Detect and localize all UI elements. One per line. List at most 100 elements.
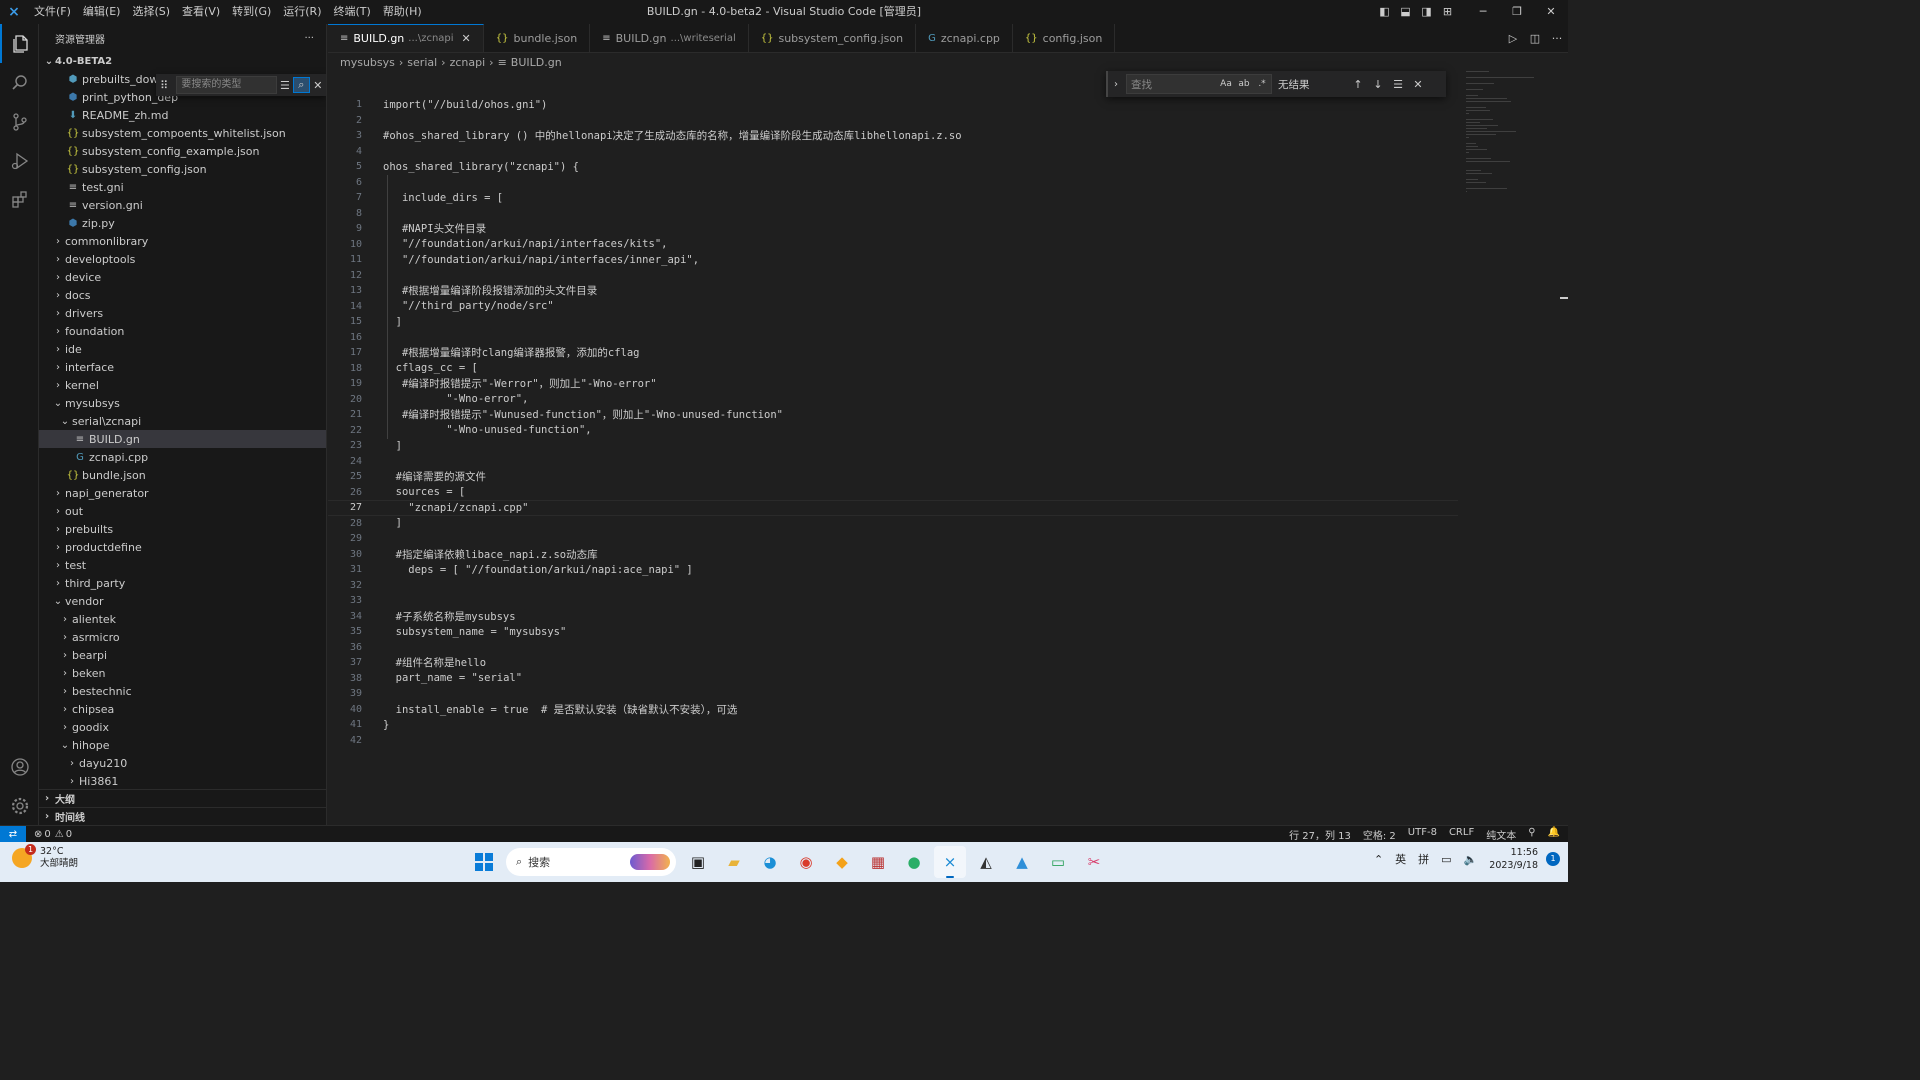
vscode-taskbar-icon[interactable]: ⨯: [934, 846, 966, 878]
tree-folder[interactable]: › productdefine: [39, 538, 326, 556]
next-match-icon[interactable]: ↓: [1368, 78, 1388, 91]
source-control-icon[interactable]: [0, 102, 39, 141]
menu-item[interactable]: 选择(S): [126, 0, 176, 24]
app-pixel-icon[interactable]: ▦: [862, 846, 894, 878]
tree-folder[interactable]: ⌄ mysubsys: [39, 394, 326, 412]
tree-folder[interactable]: › developtools: [39, 250, 326, 268]
tree-folder[interactable]: › device: [39, 268, 326, 286]
tree-folder[interactable]: ⌄ serial\zcnapi: [39, 412, 326, 430]
tree-file[interactable]: ≡ BUILD.gn: [39, 430, 326, 448]
explorer-icon[interactable]: [0, 24, 39, 63]
menu-item[interactable]: 终端(T): [328, 0, 377, 24]
warnings-icon[interactable]: ⚠: [55, 829, 64, 840]
run-debug-icon[interactable]: [0, 141, 39, 180]
account-status-icon[interactable]: ⚲: [1528, 827, 1535, 842]
language-mode[interactable]: 纯文本: [1486, 827, 1516, 842]
vertical-scrollbar[interactable]: [1558, 71, 1568, 825]
menu-item[interactable]: 帮助(H): [377, 0, 428, 24]
snipping-tool-icon[interactable]: ✂: [1078, 846, 1110, 878]
outline-section[interactable]: › 大纲: [39, 789, 326, 807]
toggle-sidebar-icon[interactable]: ◧: [1374, 0, 1395, 24]
file-explorer-icon[interactable]: ▰: [718, 846, 750, 878]
close-window-button[interactable]: ✕: [1534, 0, 1568, 24]
start-icon[interactable]: [468, 846, 500, 878]
breadcrumb-item[interactable]: zcnapi: [450, 56, 486, 69]
tree-file[interactable]: {} subsystem_config_example.json: [39, 142, 326, 160]
chrome-icon[interactable]: ◉: [790, 846, 822, 878]
tree-folder[interactable]: › chipsea: [39, 700, 326, 718]
wechat-icon[interactable]: ●: [898, 846, 930, 878]
toggle-secondary-sidebar-icon[interactable]: ◨: [1416, 0, 1437, 24]
timeline-section[interactable]: › 时间线: [39, 807, 326, 825]
taskbar-search[interactable]: ⌕ 搜索: [506, 848, 676, 876]
tree-find-input[interactable]: 要搜索的类型: [176, 76, 277, 94]
editor-tab[interactable]: {} subsystem_config.json: [749, 24, 917, 52]
breadcrumb-item[interactable]: serial: [407, 56, 437, 69]
menu-item[interactable]: 转到(G): [226, 0, 277, 24]
tree-file[interactable]: ⬇ README_zh.md: [39, 106, 326, 124]
fuzzy-match-icon[interactable]: ⌕: [293, 77, 310, 93]
tree-folder[interactable]: › third_party: [39, 574, 326, 592]
app-terminal-icon[interactable]: ◭: [970, 846, 1002, 878]
tree-folder[interactable]: › prebuilts: [39, 520, 326, 538]
toggle-panel-icon[interactable]: ⬓: [1395, 0, 1416, 24]
app-cloud-icon[interactable]: ▲: [1006, 846, 1038, 878]
editor-tab[interactable]: ≡ BUILD.gn ...\zcnapi ✕: [328, 24, 484, 52]
tree-file[interactable]: ⬢ zip.py: [39, 214, 326, 232]
previous-match-icon[interactable]: ↑: [1348, 78, 1368, 91]
notifications-icon[interactable]: 🔔: [1548, 827, 1560, 842]
tree-file[interactable]: {} subsystem_config.json: [39, 160, 326, 178]
close-find-icon[interactable]: ✕: [310, 79, 326, 92]
find-in-selection-icon[interactable]: ☰: [1388, 78, 1408, 91]
tree-folder[interactable]: ⌄ hihope: [39, 736, 326, 754]
show-hidden-icons[interactable]: ⌃: [1374, 853, 1383, 866]
drag-handle-icon[interactable]: ⠿: [156, 79, 172, 92]
tree-folder[interactable]: › ide: [39, 340, 326, 358]
tree-folder[interactable]: › asrmicro: [39, 628, 326, 646]
tree-folder[interactable]: › kernel: [39, 376, 326, 394]
tree-folder[interactable]: › bestechnic: [39, 682, 326, 700]
filter-icon[interactable]: ☰: [277, 79, 293, 92]
editor-tab[interactable]: {} config.json: [1013, 24, 1116, 52]
tree-folder[interactable]: › goodix: [39, 718, 326, 736]
app-flame-icon[interactable]: ◆: [826, 846, 858, 878]
tree-file[interactable]: {} subsystem_compoents_whitelist.json: [39, 124, 326, 142]
task-view-icon[interactable]: ▣: [682, 846, 714, 878]
errors-icon[interactable]: ⊗: [34, 829, 42, 840]
volume-icon[interactable]: 🔈: [1464, 853, 1478, 866]
more-actions-icon[interactable]: ···: [304, 33, 314, 44]
tree-folder[interactable]: › out: [39, 502, 326, 520]
minimize-button[interactable]: ─: [1466, 0, 1500, 24]
ime-language[interactable]: 英: [1395, 851, 1406, 867]
ime-mode[interactable]: 拼: [1418, 851, 1429, 867]
tree-folder[interactable]: › dayu210: [39, 754, 326, 772]
tree-folder[interactable]: › drivers: [39, 304, 326, 322]
menu-item[interactable]: 查看(V): [176, 0, 226, 24]
account-icon[interactable]: [0, 747, 39, 786]
cursor-position[interactable]: 行 27，列 13: [1289, 827, 1351, 842]
remote-icon[interactable]: ⇄: [0, 825, 26, 843]
breadcrumb-item[interactable]: BUILD.gn: [511, 56, 562, 69]
tree-folder[interactable]: › commonlibrary: [39, 232, 326, 250]
menu-item[interactable]: 运行(R): [277, 0, 327, 24]
minimap[interactable]: [1458, 71, 1558, 825]
code-editor[interactable]: 1 import("//build/ohos.gni") 2 3 #ohos_share…: [328, 97, 1458, 825]
run-icon[interactable]: ▷: [1502, 32, 1524, 45]
tree-folder[interactable]: › foundation: [39, 322, 326, 340]
customize-layout-icon[interactable]: ⊞: [1437, 0, 1458, 24]
close-tab-icon[interactable]: ✕: [462, 32, 471, 45]
settings-gear-icon[interactable]: [0, 786, 39, 825]
tree-folder[interactable]: › Hi3861: [39, 772, 326, 786]
notification-badge[interactable]: 1: [1546, 852, 1560, 866]
tree-file[interactable]: ≡ version.gni: [39, 196, 326, 214]
tree-folder[interactable]: › docs: [39, 286, 326, 304]
editor-tab[interactable]: ≡ BUILD.gn ...\writeserial: [590, 24, 749, 52]
encoding[interactable]: UTF-8: [1408, 827, 1437, 842]
toggle-replace-icon[interactable]: ›: [1108, 79, 1124, 90]
restore-button[interactable]: ❐: [1500, 0, 1534, 24]
more-actions-icon[interactable]: ···: [1546, 32, 1568, 45]
regex-icon[interactable]: .*: [1253, 79, 1271, 89]
find-input[interactable]: 查找 Aa ab .*: [1126, 74, 1272, 94]
tree-file[interactable]: {} bundle.json: [39, 466, 326, 484]
workspace-root[interactable]: ⌄ 4.0-BETA2: [39, 52, 326, 70]
